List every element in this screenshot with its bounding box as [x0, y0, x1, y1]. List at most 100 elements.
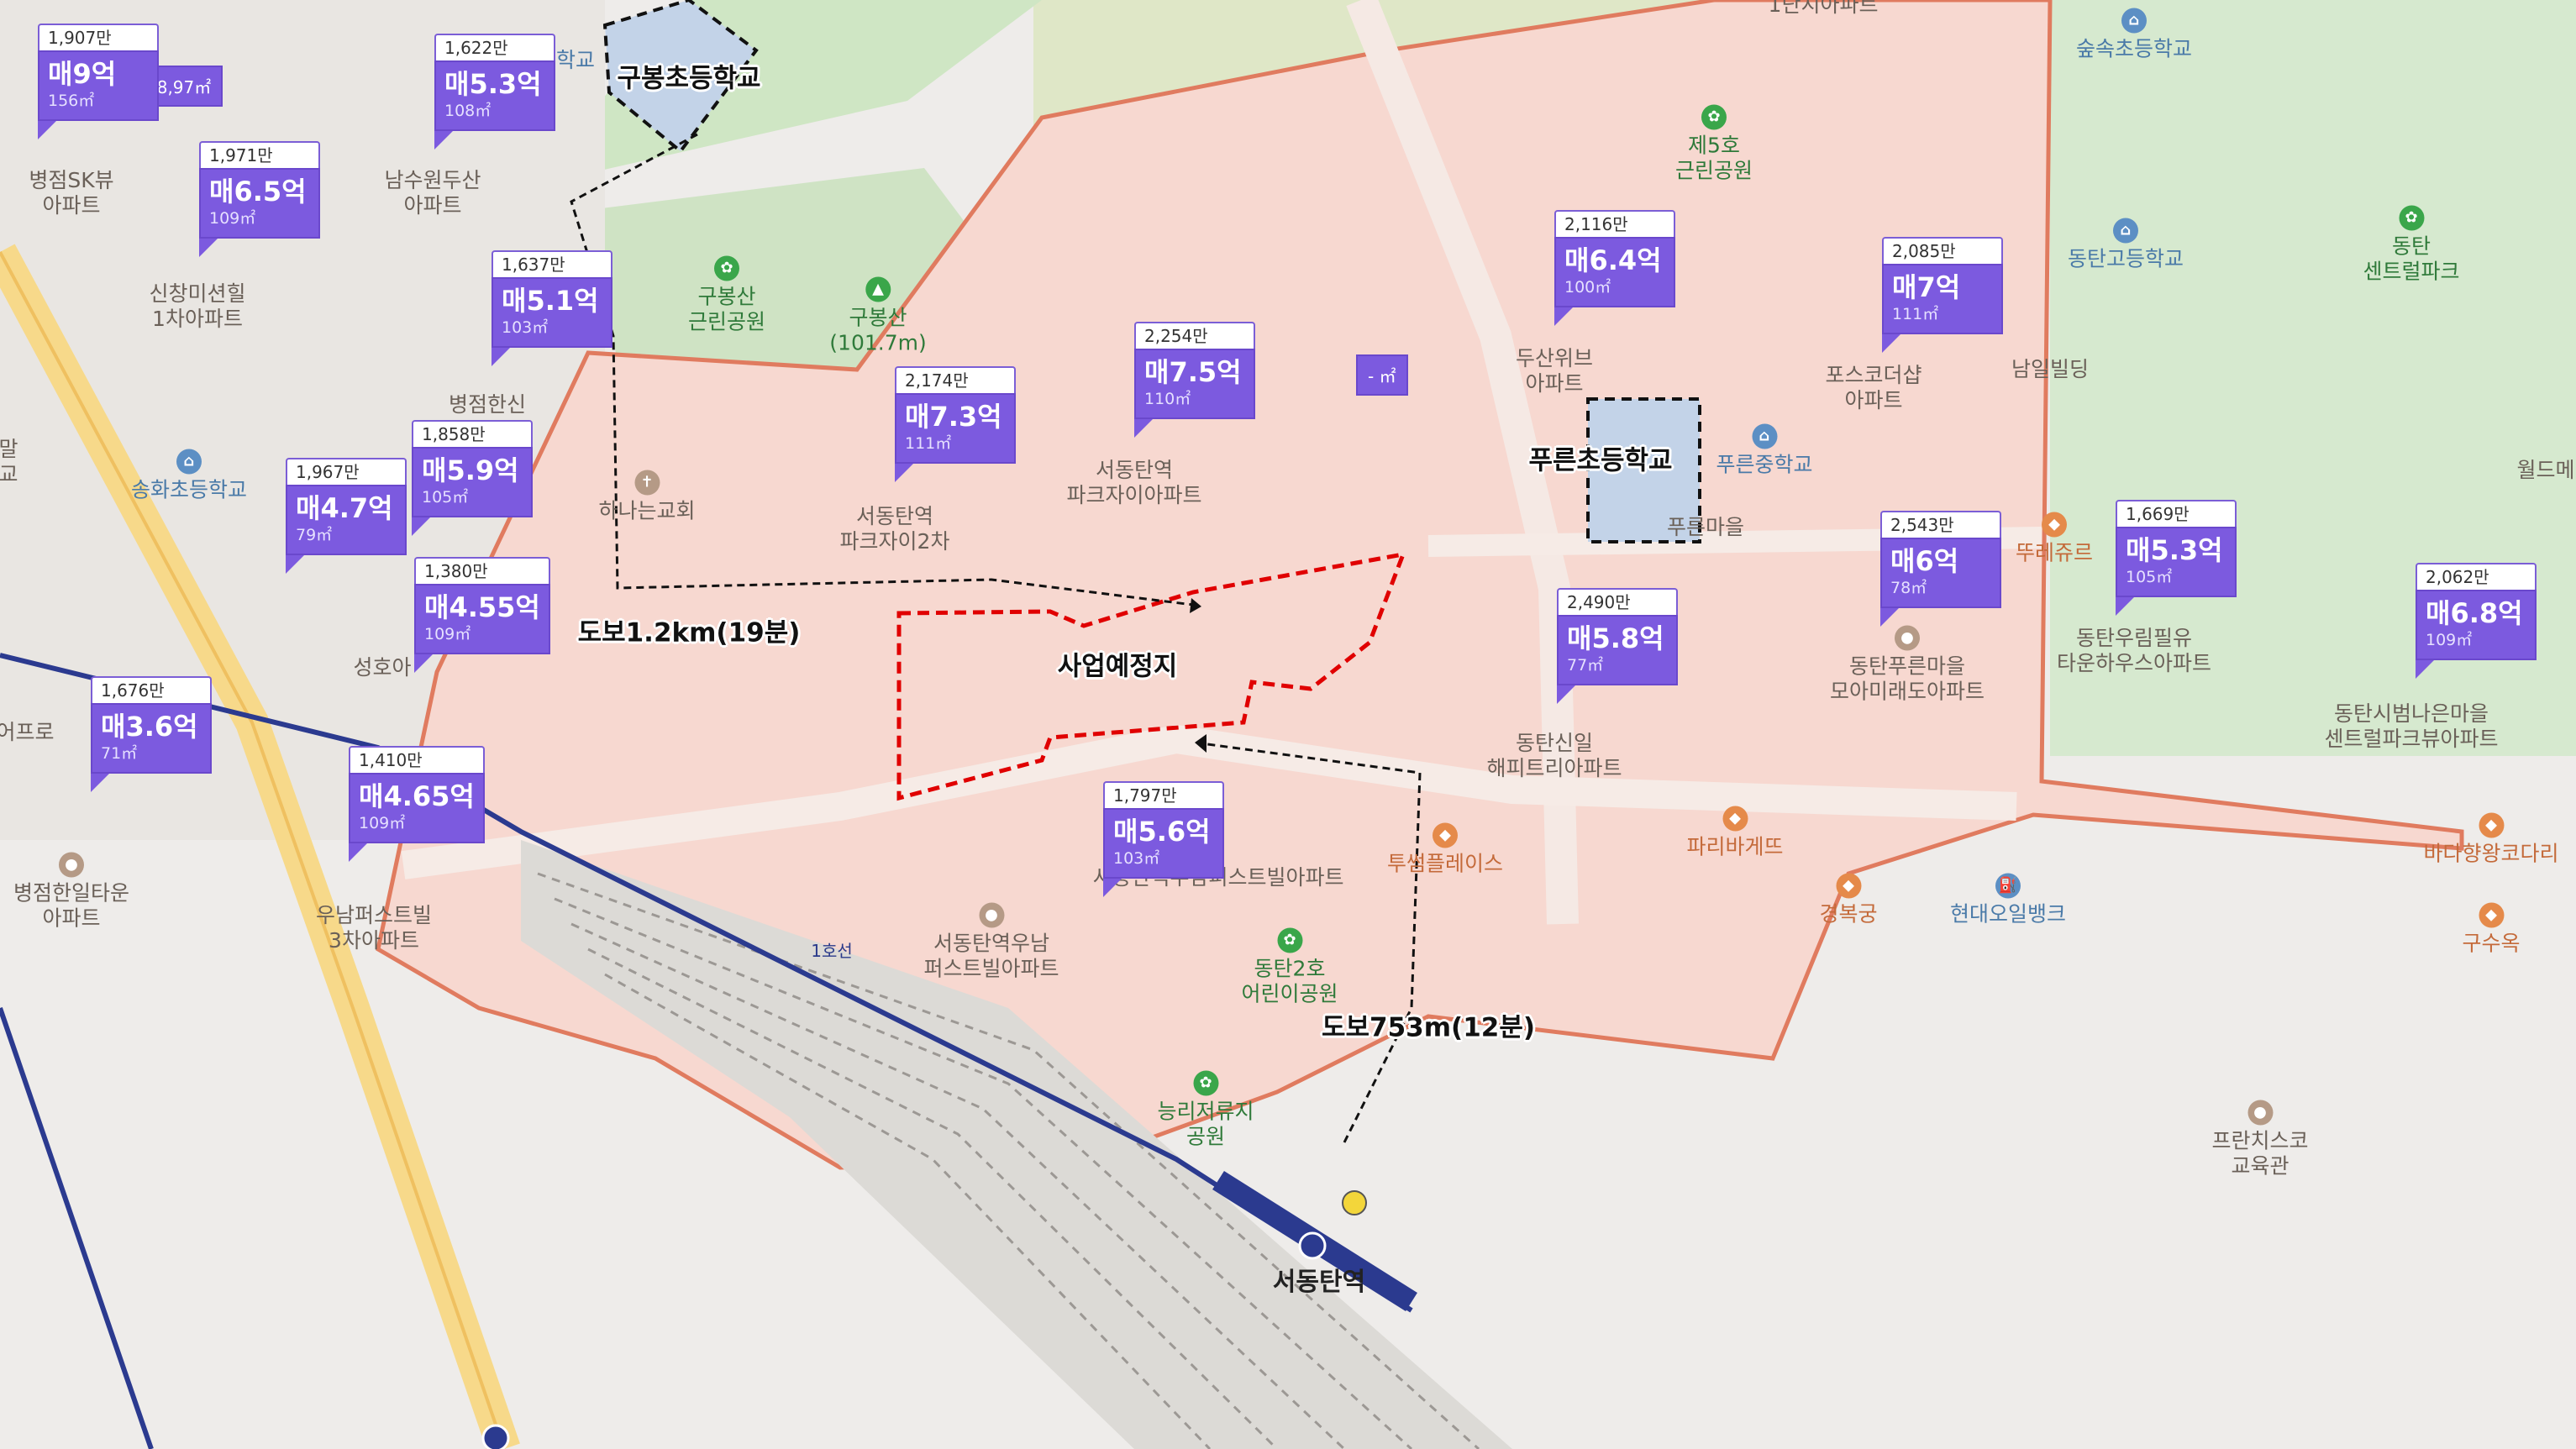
- marker-tail: [1882, 334, 1900, 353]
- label-station[interactable]: 서동탄역: [1273, 1268, 1365, 1298]
- label-central[interactable]: ✿ 동탄 센트럴파크: [2363, 203, 2460, 285]
- label-gubongpark[interactable]: ✿ 구봉산 근린공원: [688, 254, 765, 335]
- marker-tail: [38, 121, 56, 139]
- label-dongtan2[interactable]: ✿ 동탄2호 어린이공원: [1241, 926, 1338, 1007]
- label-seodongxi2[interactable]: 서동탄역 파크자이2차: [840, 504, 950, 554]
- label-pureun-middle[interactable]: ⌂ 푸른중학교: [1716, 422, 1813, 478]
- label-woonam3[interactable]: 우남퍼스트빌 3차아파트: [316, 903, 432, 953]
- price-marker[interactable]: 1,858만 매5.9억 105㎡: [412, 420, 533, 536]
- marker-tail: [1880, 608, 1899, 627]
- label-hanil[interactable]: ● 병점한일타운 아파트: [13, 850, 129, 932]
- label-bumna[interactable]: 동탄시범나은마을 센트럴파크뷰아파트: [2324, 701, 2498, 752]
- price-marker[interactable]: 2,254만 매7.5억 110㎡: [1134, 322, 1255, 438]
- label-seodongwoonam[interactable]: ● 서동탄역우남 퍼스트빌아파트: [923, 900, 1059, 982]
- callout-pureun-school[interactable]: 푸른초등학교: [1528, 439, 1672, 477]
- label-posco[interactable]: 포스코더샵 아파트: [1825, 363, 1921, 413]
- price-per-area: 2,062만: [2416, 563, 2537, 590]
- label-suksok-text: 숲속초등학교: [2075, 36, 2193, 61]
- price-marker[interactable]: 1,971만 매6.5억 109㎡: [199, 141, 320, 257]
- label-hananuri[interactable]: ✝ 하나는교회: [598, 468, 696, 524]
- label-nuri[interactable]: ✿ 능리저류지 공원: [1157, 1068, 1254, 1150]
- price-marker[interactable]: 1,669만 매5.3억 105㎡: [2116, 500, 2237, 616]
- line1-station-badge[interactable]: [1298, 1231, 1327, 1260]
- label-school-top[interactable]: 학교: [556, 48, 595, 73]
- restaurant-icon: ◆: [2478, 812, 2504, 838]
- label-dongtan-high-text: 동탄고등학교: [2067, 246, 2184, 271]
- price-marker[interactable]: 2,174만 매7.3억 111㎡: [895, 366, 1016, 482]
- label-moa[interactable]: ● 동탄푸른마을 모아미래도아파트: [1830, 623, 1985, 705]
- price: 매6.8억: [2426, 597, 2523, 629]
- price-per-area: 1,971만: [199, 141, 320, 168]
- price-marker[interactable]: 2,062만 매6.8억 109㎡: [2416, 563, 2537, 679]
- price-marker[interactable]: 1,967만 매4.7억 79㎡: [286, 458, 407, 574]
- price-marker[interactable]: 2,490만 매5.8억 77㎡: [1557, 588, 1678, 704]
- callout-project-site[interactable]: 사업예정지: [1058, 645, 1178, 683]
- label-gusu-text: 구수옥: [2462, 931, 2521, 956]
- building-icon: ●: [58, 852, 84, 878]
- price: 매6.4억: [1564, 244, 1662, 276]
- price-marker[interactable]: 1,380만 매4.55억 109㎡: [414, 557, 550, 673]
- church-icon: ✝: [633, 470, 660, 496]
- label-hananuri-text: 하나는교회: [598, 498, 696, 523]
- label-byeongjeomhansin[interactable]: 병점한신: [449, 392, 526, 417]
- price-marker[interactable]: 1,797만 매5.6억 103㎡: [1103, 781, 1224, 897]
- label-top1[interactable]: 1단지아파트: [1769, 0, 1879, 18]
- label-seodongxi[interactable]: 서동탄역 파크자이아파트: [1066, 458, 1201, 508]
- label-namsu[interactable]: 남수원두산 아파트: [384, 168, 481, 218]
- price-marker[interactable]: 2,085만 매7억 111㎡: [1882, 237, 2003, 353]
- price-marker[interactable]: 1,622만 매5.3억 108㎡: [434, 34, 555, 150]
- label-gyeongbok[interactable]: ◆ 경복궁: [1819, 871, 1878, 927]
- label-farr[interactable]: 어프로: [0, 720, 55, 745]
- label-gusu[interactable]: ◆ 구수옥: [2462, 900, 2521, 957]
- price: 매5.6억: [1113, 816, 1211, 848]
- label-park5[interactable]: ✿ 제5호 근린공원: [1675, 102, 1753, 184]
- label-world[interactable]: 월드메: [2516, 458, 2574, 483]
- line1-bottom-badge[interactable]: [481, 1424, 510, 1449]
- price-marker[interactable]: 1,637만 매5.1억 103㎡: [492, 250, 612, 366]
- price-marker[interactable]: 1,410만 매4.65억 109㎡: [349, 746, 485, 862]
- label-pureun-village[interactable]: 푸른마을: [1667, 515, 1744, 540]
- label-doosan[interactable]: 두산위브 아파트: [1516, 346, 1593, 396]
- price-marker[interactable]: 1,676만 매3.6억 71㎡: [91, 676, 212, 792]
- callout-gubong-school[interactable]: 구봉초등학교: [617, 57, 760, 95]
- label-namil[interactable]: 남일빌딩: [2011, 357, 2089, 382]
- price-per-area: 1,858만: [412, 420, 533, 447]
- building-icon: ●: [978, 902, 1004, 928]
- label-tousle[interactable]: ◆ 뚜레쥬르: [2016, 510, 2093, 566]
- marker-tail: [492, 348, 510, 366]
- label-gyeongbok-text: 경복궁: [1819, 901, 1878, 927]
- price: 매9억: [48, 58, 117, 90]
- label-hyundai[interactable]: ⛽ 현대오일뱅크: [1950, 871, 2066, 927]
- label-suksok[interactable]: ⌂ 숲속초등학교: [2076, 6, 2192, 62]
- marker-tail: [199, 239, 218, 257]
- area: 78㎡: [1890, 579, 1927, 597]
- area: 71㎡: [101, 744, 138, 763]
- price-marker[interactable]: 2,116만 매6.4억 100㎡: [1554, 210, 1675, 326]
- school-icon: ⌂: [2121, 8, 2147, 34]
- marker-tail: [1554, 307, 1573, 326]
- station-exit-1[interactable]: [1342, 1190, 1367, 1215]
- label-songhwa[interactable]: ⌂ 송화초등학교: [131, 447, 247, 503]
- price-per-area: 1,797만: [1103, 781, 1224, 808]
- label-sinchang[interactable]: 신창미션힐 1차아파트: [149, 281, 245, 332]
- price-marker[interactable]: 1,907만 매9억 156㎡: [38, 24, 159, 139]
- school-icon: ⌂: [176, 449, 202, 475]
- label-dongtan-high[interactable]: ⌂ 동탄고등학교: [2068, 216, 2184, 272]
- marker-tail: [349, 843, 367, 862]
- label-gubongsan[interactable]: ▲ 구봉산 (101.7m): [829, 275, 927, 356]
- price-marker[interactable]: 2,543만 매6억 78㎡: [1880, 511, 2001, 627]
- label-tosam[interactable]: ◆ 투썸플레이스: [1387, 821, 1503, 877]
- park-icon: ✿: [1192, 1070, 1218, 1096]
- label-mal[interactable]: 말 교: [0, 437, 18, 487]
- map-canvas[interactable]: 병점SK뷰 아파트 남수원두산 아파트 신창미션힐 1차아파트 ✿ 구봉산 근린공…: [0, 0, 2576, 1449]
- mini-marker[interactable]: - ㎡: [1356, 354, 1408, 396]
- label-park5-text: 제5호 근린공원: [1674, 133, 1753, 183]
- label-paris[interactable]: ◆ 파리바게뜨: [1686, 804, 1784, 860]
- label-bada[interactable]: ◆ 바다향왕코다리: [2423, 811, 2559, 867]
- label-nuri-text: 능리저류지 공원: [1157, 1099, 1254, 1149]
- label-sinil[interactable]: 동탄신일 해피트리아파트: [1486, 731, 1622, 781]
- label-skview[interactable]: 병점SK뷰 아파트: [29, 168, 113, 218]
- label-francis[interactable]: ● 프란치스코 교육관: [2211, 1098, 2309, 1179]
- label-seongho[interactable]: 성호아: [353, 655, 411, 680]
- label-urim[interactable]: 동탄우림필유 타운하우스아파트: [2057, 626, 2211, 676]
